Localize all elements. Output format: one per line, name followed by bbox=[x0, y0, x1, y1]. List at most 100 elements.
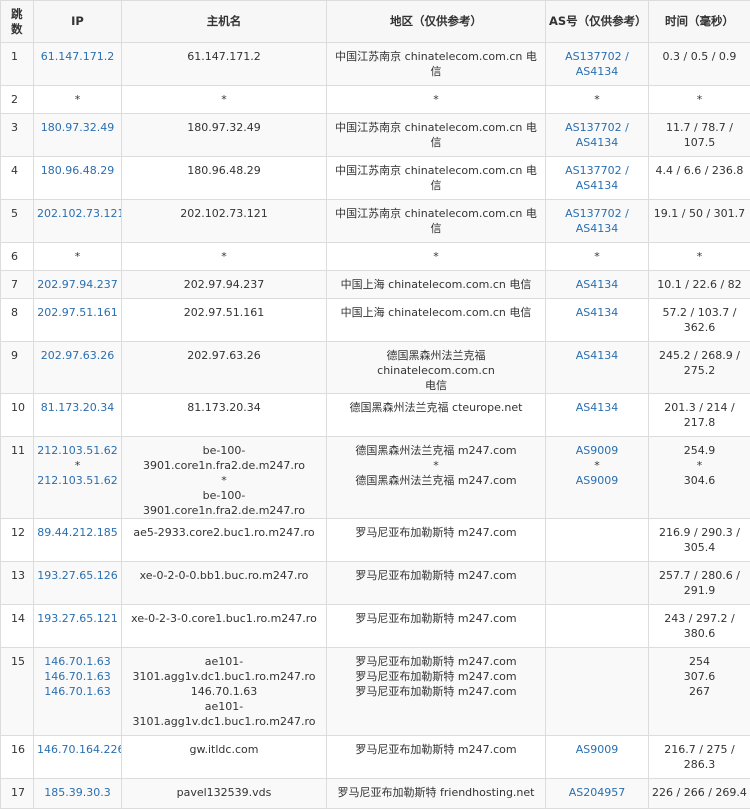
table-header-row: 跳数 IP 主机名 地区（仅供参考） AS号（仅供参考） 时间（毫秒） bbox=[1, 1, 750, 43]
ip-cell: 61.147.171.2 bbox=[34, 43, 122, 86]
asn-link[interactable]: AS137702 / bbox=[549, 49, 645, 64]
asn-link[interactable]: AS4134 bbox=[549, 400, 645, 415]
ip-link[interactable]: 193.27.65.121 bbox=[37, 611, 118, 626]
region-cell: 罗马尼亚布加勒斯特 m247.com bbox=[327, 562, 546, 605]
hop-cell: 14 bbox=[1, 605, 34, 648]
time-text: 254.9 bbox=[652, 443, 747, 458]
asn-link[interactable]: AS4134 bbox=[549, 277, 645, 292]
asn-link[interactable]: AS204957 bbox=[549, 785, 645, 800]
table-row: 5202.102.73.121202.102.73.121中国江苏南京 chin… bbox=[1, 200, 750, 243]
time-text: 304.6 bbox=[652, 473, 747, 488]
asn-cell bbox=[546, 648, 649, 736]
asn-link[interactable]: AS137702 / bbox=[549, 120, 645, 135]
time-text: * bbox=[652, 92, 747, 107]
host-text: 3101.agg1v.dc1.buc1.ro.m247.ro bbox=[125, 714, 323, 729]
asn-cell: AS4134 bbox=[546, 299, 649, 342]
time-cell: 201.3 / 214 /217.8 bbox=[649, 394, 750, 437]
host-text: * bbox=[125, 473, 323, 488]
header-host: 主机名 bbox=[122, 1, 327, 43]
asn-link[interactable]: AS9009 bbox=[549, 742, 645, 757]
asn-link[interactable]: AS137702 / bbox=[549, 163, 645, 178]
ip-link[interactable]: 212.103.51.62 bbox=[37, 473, 118, 488]
host-text: be-100-3901.core1n.fra2.de.m247.ro bbox=[125, 443, 323, 473]
region-cell: 中国江苏南京 chinatelecom.com.cn 电信 bbox=[327, 200, 546, 243]
asn-link[interactable]: AS4134 bbox=[549, 135, 645, 150]
ip-link[interactable]: 81.173.20.34 bbox=[37, 400, 118, 415]
time-text: * bbox=[652, 458, 747, 473]
time-text: 216.7 / 275 / bbox=[652, 742, 747, 757]
ip-link[interactable]: 146.70.1.63 bbox=[37, 684, 118, 699]
host-text: xe-0-2-3-0.core1.buc1.ro.m247.ro bbox=[125, 611, 323, 626]
ip-cell: 180.97.32.49 bbox=[34, 114, 122, 157]
region-text: 电信 bbox=[330, 378, 542, 393]
table-row: 1081.173.20.3481.173.20.34德国黑森州法兰克福 cteu… bbox=[1, 394, 750, 437]
asn-cell: * bbox=[546, 86, 649, 114]
region-text: 罗马尼亚布加勒斯特 m247.com bbox=[330, 684, 542, 699]
ip-link[interactable]: 193.27.65.126 bbox=[37, 568, 118, 583]
host-cell: be-100-3901.core1n.fra2.de.m247.ro*be-10… bbox=[122, 437, 327, 519]
host-cell: 202.102.73.121 bbox=[122, 200, 327, 243]
ip-cell: 146.70.164.226 bbox=[34, 736, 122, 779]
ip-link[interactable]: 146.70.1.63 bbox=[37, 654, 118, 669]
region-cell: 罗马尼亚布加勒斯特 m247.com bbox=[327, 605, 546, 648]
asn-link[interactable]: AS4134 bbox=[549, 348, 645, 363]
time-cell: 57.2 / 103.7 /362.6 bbox=[649, 299, 750, 342]
time-cell: 19.1 / 50 / 301.7 bbox=[649, 200, 750, 243]
region-cell: 德国黑森州法兰克福 cteurope.net bbox=[327, 394, 546, 437]
time-text: 19.1 / 50 / 301.7 bbox=[652, 206, 747, 221]
hop-cell: 13 bbox=[1, 562, 34, 605]
asn-link[interactable]: AS4134 bbox=[549, 178, 645, 193]
host-cell: 180.96.48.29 bbox=[122, 157, 327, 200]
asn-cell bbox=[546, 605, 649, 648]
region-text: 罗马尼亚布加勒斯特 m247.com bbox=[330, 525, 542, 540]
region-cell: 罗马尼亚布加勒斯特 friendhosting.net bbox=[327, 779, 546, 809]
hop-cell: 7 bbox=[1, 271, 34, 299]
asn-link[interactable]: AS4134 bbox=[549, 221, 645, 236]
asn-link[interactable]: AS137702 / bbox=[549, 206, 645, 221]
region-text: 罗马尼亚布加勒斯特 m247.com bbox=[330, 669, 542, 684]
table-row: 3180.97.32.49180.97.32.49中国江苏南京 chinatel… bbox=[1, 114, 750, 157]
asn-cell: AS137702 /AS4134 bbox=[546, 200, 649, 243]
time-text: 257.7 / 280.6 / bbox=[652, 568, 747, 583]
ip-cell: 202.97.94.237 bbox=[34, 271, 122, 299]
hop-cell: 10 bbox=[1, 394, 34, 437]
host-text: 146.70.1.63 bbox=[125, 684, 323, 699]
ip-link[interactable]: 212.103.51.62 bbox=[37, 443, 118, 458]
region-text: 中国江苏南京 chinatelecom.com.cn 电信 bbox=[330, 206, 542, 236]
ip-link[interactable]: 202.102.73.121 bbox=[37, 206, 118, 221]
ip-link[interactable]: 146.70.164.226 bbox=[37, 742, 118, 757]
asn-link[interactable]: AS4134 bbox=[549, 64, 645, 79]
asn-cell: AS9009*AS9009 bbox=[546, 437, 649, 519]
asn-link[interactable]: AS9009 bbox=[549, 443, 645, 458]
traceroute-table: 跳数 IP 主机名 地区（仅供参考） AS号（仅供参考） 时间（毫秒） 161.… bbox=[0, 0, 750, 809]
ip-link[interactable]: 180.97.32.49 bbox=[37, 120, 118, 135]
time-cell: 243 / 297.2 /380.6 bbox=[649, 605, 750, 648]
ip-link[interactable]: 180.96.48.29 bbox=[37, 163, 118, 178]
ip-cell: 185.39.30.3 bbox=[34, 779, 122, 809]
time-text: 243 / 297.2 / bbox=[652, 611, 747, 626]
time-cell: 216.7 / 275 /286.3 bbox=[649, 736, 750, 779]
table-row: 8202.97.51.161202.97.51.161中国上海 chinatel… bbox=[1, 299, 750, 342]
asn-cell: AS137702 /AS4134 bbox=[546, 43, 649, 86]
asn-link[interactable]: AS4134 bbox=[549, 305, 645, 320]
time-text: 245.2 / 268.9 / bbox=[652, 348, 747, 363]
region-cell: 德国黑森州法兰克福 chinatelecom.com.cn电信 bbox=[327, 342, 546, 394]
table-row: 7202.97.94.237202.97.94.237中国上海 chinatel… bbox=[1, 271, 750, 299]
host-cell: ae5-2933.core2.buc1.ro.m247.ro bbox=[122, 519, 327, 562]
ip-link[interactable]: 185.39.30.3 bbox=[37, 785, 118, 800]
asn-link[interactable]: AS9009 bbox=[549, 473, 645, 488]
host-cell: * bbox=[122, 243, 327, 271]
ip-link[interactable]: 202.97.63.26 bbox=[37, 348, 118, 363]
ip-cell: * bbox=[34, 243, 122, 271]
asn-cell: AS137702 /AS4134 bbox=[546, 157, 649, 200]
time-text: 380.6 bbox=[652, 626, 747, 641]
ip-link[interactable]: 202.97.51.161 bbox=[37, 305, 118, 320]
ip-link[interactable]: 61.147.171.2 bbox=[37, 49, 118, 64]
host-text: 202.102.73.121 bbox=[125, 206, 323, 221]
ip-link[interactable]: 202.97.94.237 bbox=[37, 277, 118, 292]
time-text: 201.3 / 214 / bbox=[652, 400, 747, 415]
host-text: * bbox=[125, 92, 323, 107]
ip-link[interactable]: 146.70.1.63 bbox=[37, 669, 118, 684]
time-cell: 257.7 / 280.6 /291.9 bbox=[649, 562, 750, 605]
ip-link[interactable]: 89.44.212.185 bbox=[37, 525, 118, 540]
